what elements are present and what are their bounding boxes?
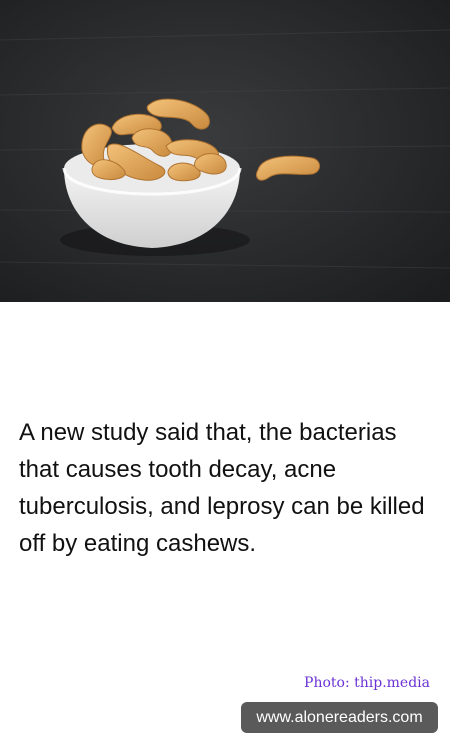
cashew-bowl-photo	[0, 0, 450, 302]
cashew-bowl-illustration	[0, 0, 450, 302]
site-url-badge[interactable]: www.alonereaders.com	[241, 702, 438, 733]
fact-text: A new study said that, the bacterias tha…	[19, 419, 425, 557]
photo-credit: Photo: thip.media	[304, 675, 430, 691]
